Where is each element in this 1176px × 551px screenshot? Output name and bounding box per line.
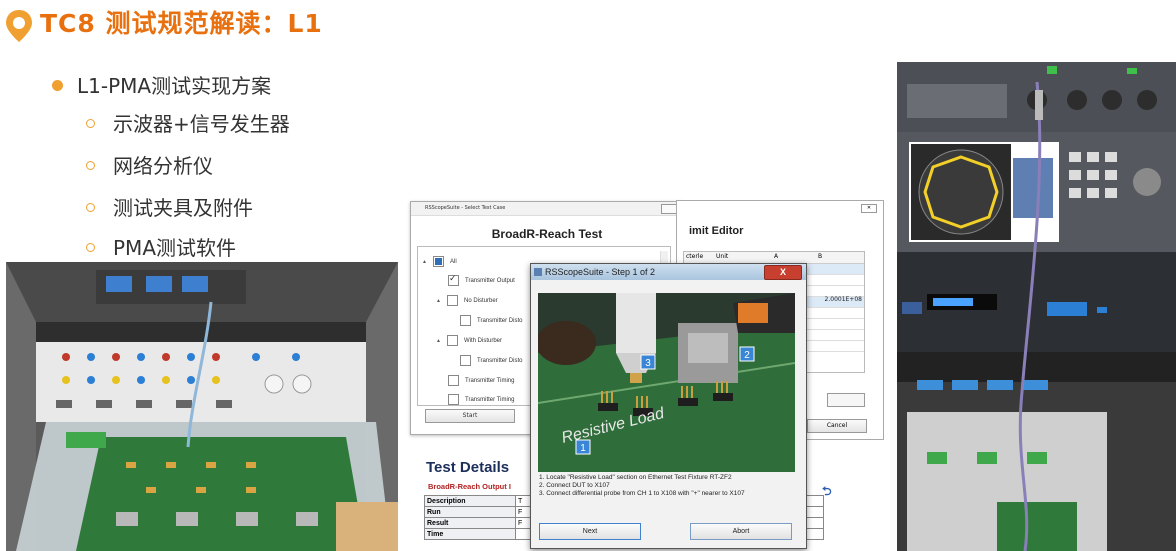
cancel-button[interactable]: Cancel xyxy=(807,419,867,433)
step-dialog: RSScopeSuite - Step 1 of 2 X Resistive L… xyxy=(530,263,807,549)
tree-item[interactable]: Transmitter Timing xyxy=(448,375,514,386)
column-header: Unit xyxy=(716,253,729,260)
window-close-button[interactable]: ✕ xyxy=(861,204,877,213)
table-key: Time xyxy=(424,528,516,540)
tree-item[interactable]: Transmitter Output xyxy=(448,273,515,286)
instruction-line: 2. Connect DUT to X107 xyxy=(539,482,610,489)
test-details-heading: Test Details xyxy=(426,459,510,476)
slide-title: TC8 测试规范解读：L1 xyxy=(40,9,323,38)
main-bullet: L1-PMA测试实现方案 xyxy=(52,70,271,99)
window-close-button[interactable] xyxy=(661,204,677,214)
instruction-line: 1. Locate "Resistive Load" section on Et… xyxy=(539,474,732,481)
table-key: Run xyxy=(424,506,516,518)
start-button[interactable]: Start xyxy=(425,409,515,423)
dialog-title: RSScopeSuite - Step 1 of 2 xyxy=(545,267,656,277)
bullet-dot-icon xyxy=(52,80,63,91)
sub-bullet: PMA测试软件 xyxy=(86,232,236,261)
checkbox[interactable] xyxy=(460,315,471,326)
bullet-ring-icon xyxy=(86,161,95,170)
tree-item[interactable]: ▲ All xyxy=(422,256,457,267)
checkbox[interactable] xyxy=(448,375,459,386)
main-bullet-text: L1-PMA测试实现方案 xyxy=(77,74,272,98)
marker-label: 3 xyxy=(645,358,651,369)
test-details-subtitle: BroadR-Reach Output I xyxy=(428,482,511,491)
column-header: B xyxy=(818,253,823,260)
bullet-ring-icon xyxy=(86,119,95,128)
tree-item[interactable]: ▲ With Disturber xyxy=(436,335,502,346)
abort-button[interactable]: Abort xyxy=(690,523,792,540)
sub-bullet: 网络分析仪 xyxy=(86,150,213,179)
window-title: RSScopeSuite - Select Test Case xyxy=(425,205,506,211)
marker-label: 2 xyxy=(744,350,750,361)
dialog-titlebar: RSScopeSuite - Step 1 of 2 X xyxy=(531,264,806,280)
fixture-instruction-image: Resistive Load 1 2 3 xyxy=(538,293,795,472)
oscilloscope-rack-photo xyxy=(897,62,1176,551)
limit-value: 2.0001E+08 xyxy=(824,296,862,303)
sub-bullet-text: 测试夹具及附件 xyxy=(113,196,253,220)
window-titlebar: RSScopeSuite - Select Test Case xyxy=(411,202,683,216)
instruction-line: 3. Connect differential probe from CH 1 … xyxy=(539,490,745,497)
sub-bullet-text: 网络分析仪 xyxy=(113,154,213,178)
sub-bullet-text: PMA测试软件 xyxy=(113,236,236,260)
app-icon xyxy=(534,268,542,276)
checkbox[interactable] xyxy=(447,335,458,346)
checkbox[interactable] xyxy=(448,394,459,405)
limit-editor-heading: imit Editor xyxy=(689,225,744,237)
marker-label: 1 xyxy=(580,443,586,454)
apply-button[interactable] xyxy=(827,393,865,407)
test-case-heading: BroadR-Reach Test xyxy=(491,227,603,241)
column-header: A xyxy=(774,253,779,260)
checkbox[interactable] xyxy=(448,273,459,286)
checkbox[interactable] xyxy=(447,295,458,306)
tree-item[interactable]: ▲ No Disturber xyxy=(436,295,498,306)
checkbox[interactable] xyxy=(460,355,471,366)
checkbox[interactable] xyxy=(433,256,444,267)
bullet-ring-icon xyxy=(86,243,95,252)
bullet-ring-icon xyxy=(86,203,95,212)
next-button[interactable]: Next xyxy=(539,523,641,540)
dialog-close-button[interactable]: X xyxy=(764,265,802,280)
sub-bullet-text: 示波器+信号发生器 xyxy=(113,112,290,136)
location-pin-icon xyxy=(6,10,32,42)
sub-bullet: 示波器+信号发生器 xyxy=(86,108,290,137)
test-fixture-photo xyxy=(6,262,398,551)
tree-item[interactable]: Transmitter Timing xyxy=(448,394,514,405)
step-instructions: 1. Locate "Resistive Load" section on Et… xyxy=(539,474,745,498)
tree-item[interactable]: Transmitter Disto xyxy=(460,355,522,366)
table-key: Description xyxy=(424,495,516,507)
table-key: Result xyxy=(424,517,516,529)
column-header: cterle xyxy=(686,253,704,260)
tree-item[interactable]: Transmitter Disto xyxy=(460,315,522,326)
sub-bullet: 测试夹具及附件 xyxy=(86,192,253,221)
